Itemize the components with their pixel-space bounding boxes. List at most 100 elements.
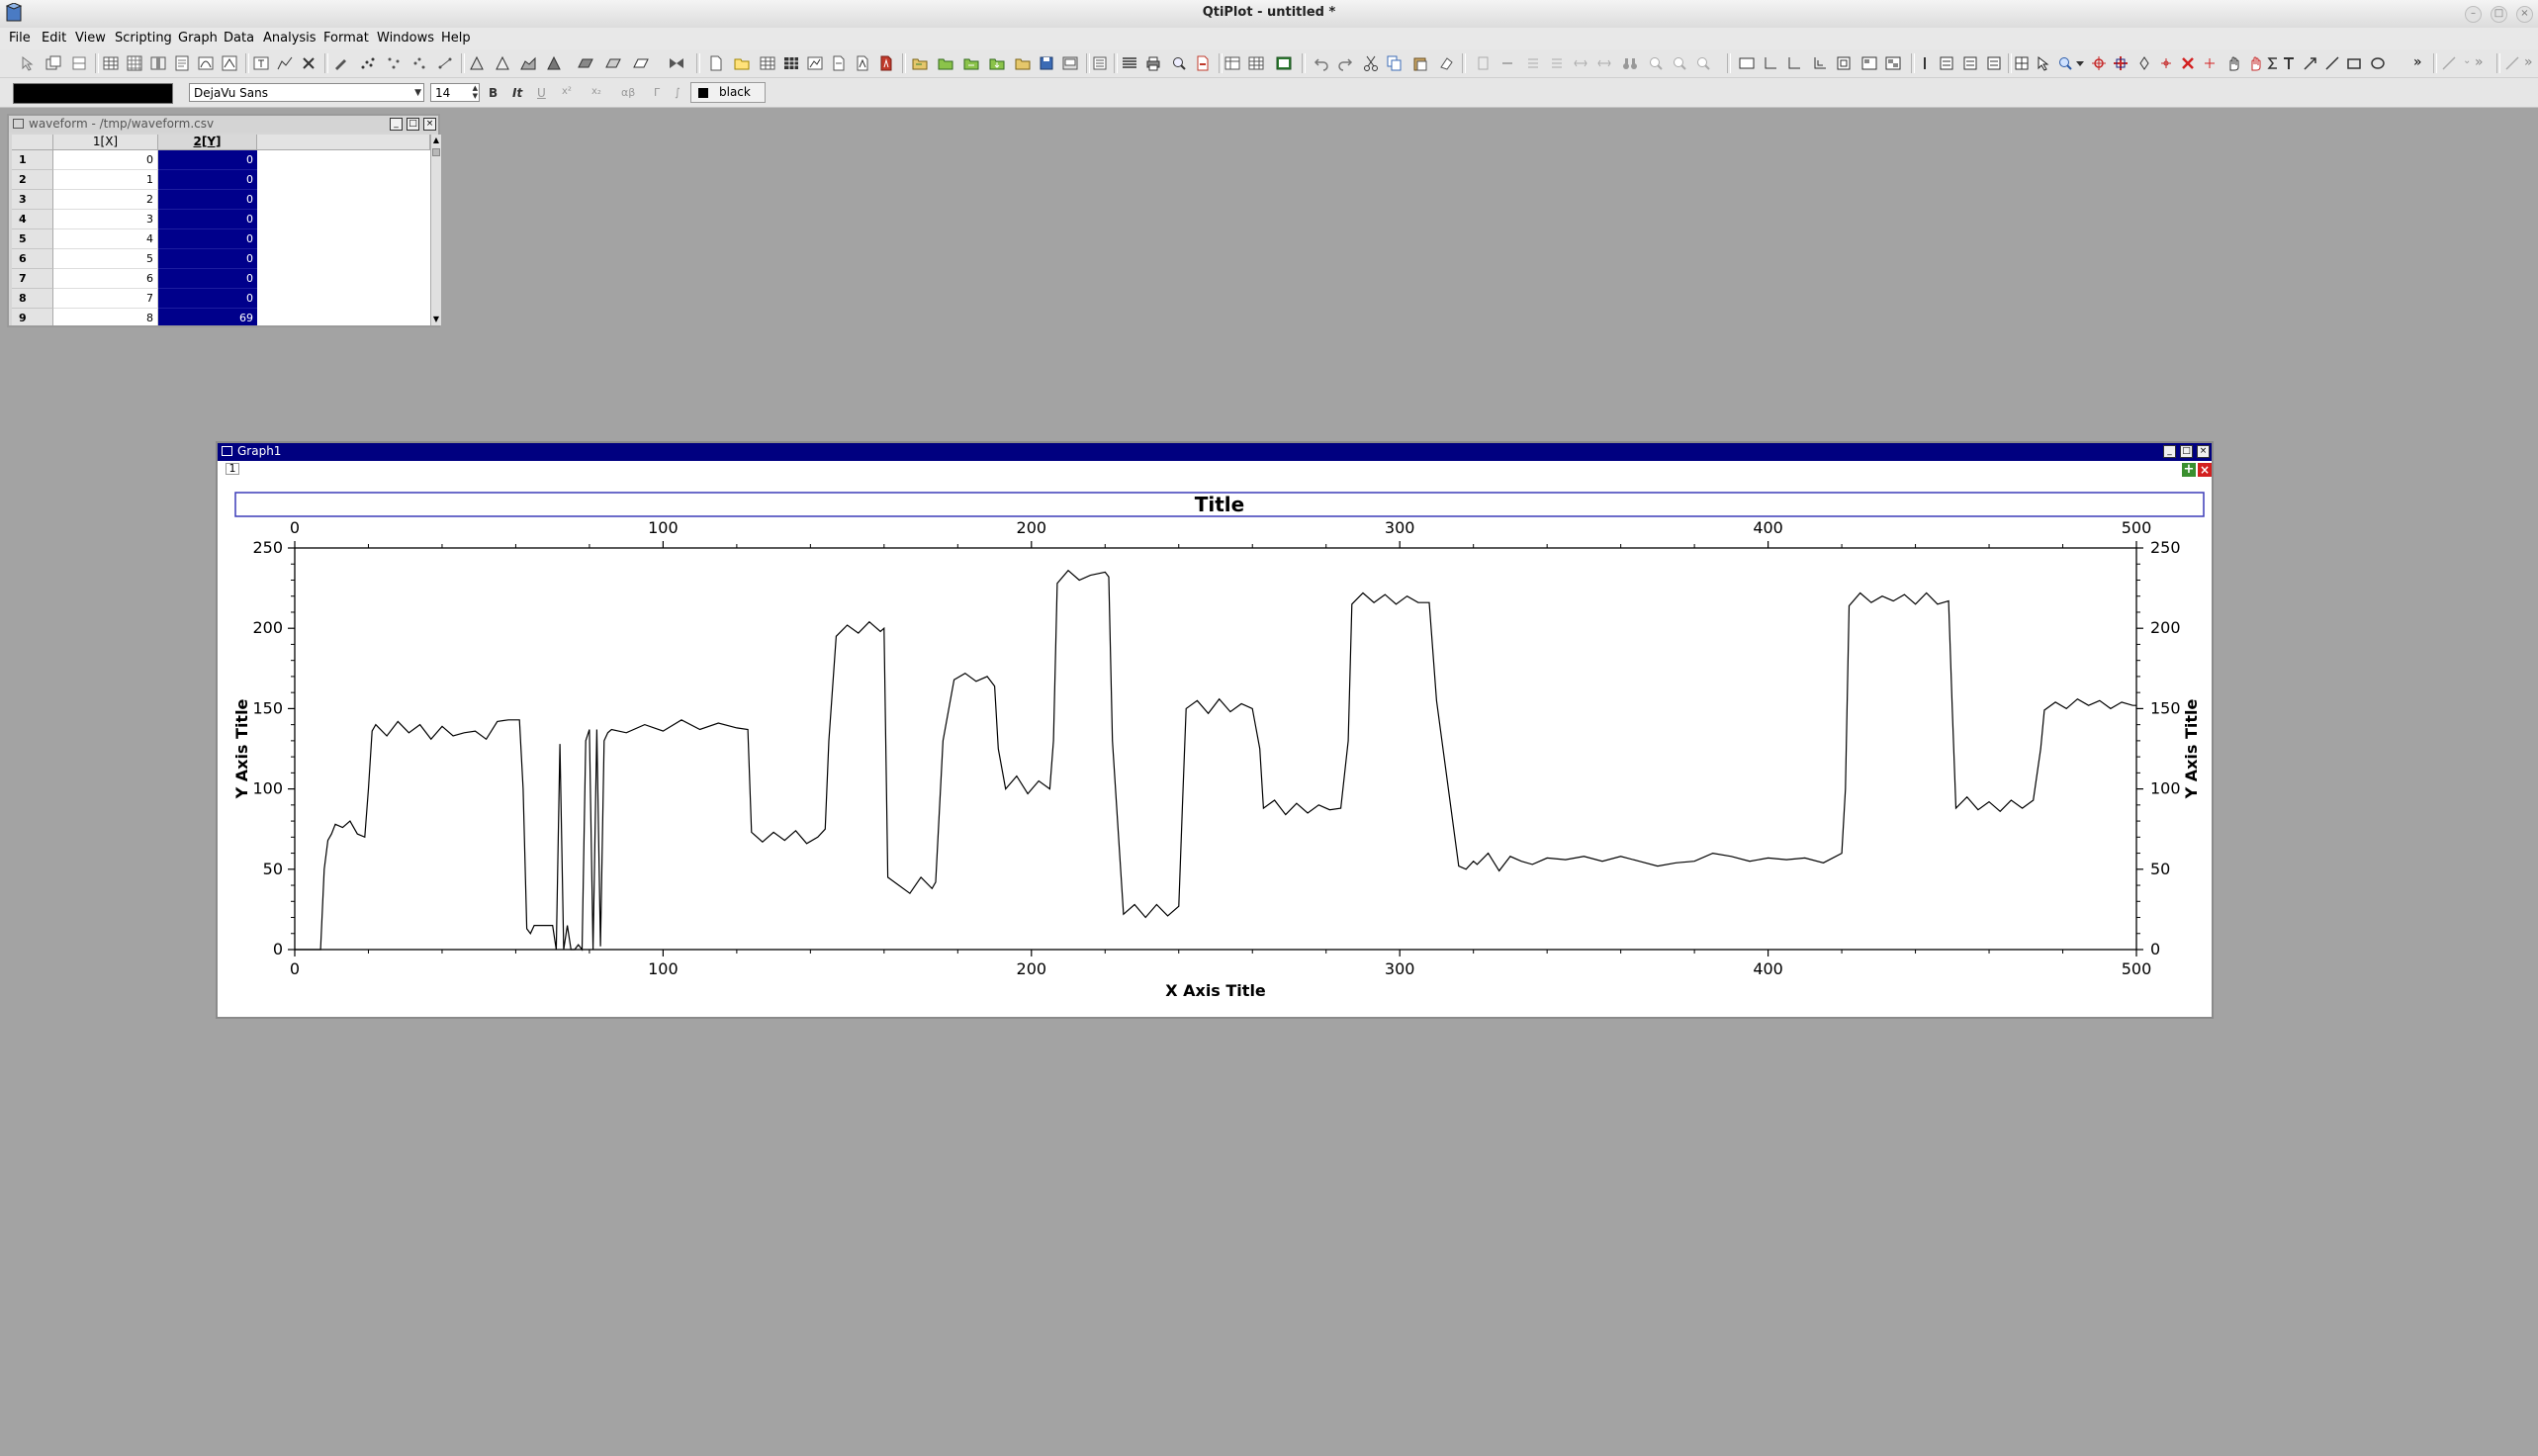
table-cell-x[interactable]: 0 [53, 150, 158, 170]
font-size-spinbox[interactable]: 14 ▲ ▼ [430, 83, 480, 102]
close-icon[interactable]: × [2197, 445, 2210, 458]
toolbar-overflow-icon[interactable]: » [2524, 54, 2533, 70]
note-window-icon[interactable] [174, 55, 190, 71]
graph-window-titlebar[interactable]: Graph1 _ □ × [218, 443, 2212, 461]
table-cell-y[interactable]: 0 [158, 269, 257, 289]
save-as-icon[interactable] [1062, 55, 1078, 71]
new-file-icon[interactable] [708, 55, 724, 71]
pointer-arrow-icon[interactable] [20, 55, 36, 71]
line-graph-icon[interactable] [277, 55, 293, 71]
move-points-icon[interactable] [2136, 55, 2152, 71]
row-header[interactable]: 6 [12, 249, 53, 269]
scroll-down-arrow-icon[interactable]: ▼ [431, 314, 441, 325]
print-preview-icon[interactable] [1171, 55, 1187, 71]
chart-title[interactable]: Title [1195, 493, 1244, 516]
layer-1-button[interactable]: 1 [226, 463, 239, 475]
add-layer-icon[interactable] [1739, 55, 1755, 71]
dot-grid-icon[interactable] [411, 55, 427, 71]
column-header-y[interactable]: 2[Y] [158, 135, 257, 150]
menu-graph[interactable]: Graph [178, 31, 218, 46]
table-cell-x[interactable]: 8 [53, 309, 158, 325]
row-header[interactable]: 7 [12, 269, 53, 289]
maximize-icon[interactable]: □ [407, 118, 419, 131]
pen-draw-icon[interactable] [332, 55, 348, 71]
row-header[interactable]: 5 [12, 229, 53, 249]
line-style-icon[interactable] [2441, 55, 2457, 71]
open-recent-icon[interactable] [963, 55, 979, 71]
zoom-tool-icon[interactable] [2057, 55, 2073, 71]
add-layer-icon[interactable]: + [2182, 463, 2196, 477]
menu-data[interactable]: Data [224, 31, 254, 46]
row-header[interactable]: 3 [12, 190, 53, 210]
table-cell-x[interactable]: 6 [53, 269, 158, 289]
close-window-button[interactable]: × [2516, 6, 2533, 23]
table-cell-x[interactable]: 4 [53, 229, 158, 249]
data-table[interactable]: 1[X] 2[Y] 1 0 0 2 1 0 3 2 0 4 3 0 5 4 0 … [12, 135, 430, 325]
text-tool-icon[interactable] [2281, 55, 2297, 71]
row-header[interactable]: 1 [12, 150, 53, 170]
copy-icon[interactable] [1387, 55, 1403, 71]
set-as-y-icon[interactable] [1499, 55, 1515, 71]
toolbar-overflow-icon[interactable]: » [2413, 54, 2422, 70]
table-cell-y[interactable]: 69 [158, 309, 257, 325]
table-corner[interactable] [12, 135, 53, 150]
menu-analysis[interactable]: Analysis [263, 31, 317, 46]
remove-points-icon[interactable] [2158, 55, 2174, 71]
zoom-out-graph-icon[interactable] [1695, 55, 1711, 71]
results-log-icon[interactable] [1092, 55, 1108, 71]
maximize-window-button[interactable]: □ [2491, 6, 2507, 23]
toolbar-overflow-icon[interactable]: » [2475, 54, 2484, 70]
layers-stack-icon[interactable] [71, 55, 87, 71]
binoculars-icon[interactable] [1622, 55, 1638, 71]
math-symbols-button[interactable]: ∫ [675, 86, 680, 99]
text-color-button[interactable]: black [690, 82, 766, 103]
ribbon-plot-icon[interactable] [578, 55, 593, 71]
pen-color-icon[interactable] [2504, 55, 2520, 71]
line-width-dropdown-icon[interactable]: ⌄ [2463, 55, 2471, 66]
zoom-in-graph-icon[interactable] [1648, 55, 1664, 71]
set-as-yerr-icon[interactable] [1573, 55, 1588, 71]
subscript-button[interactable]: x₂ [591, 86, 601, 97]
vertical-text-icon[interactable] [1917, 55, 1933, 71]
menu-format[interactable]: Format [323, 31, 369, 46]
table-cell-y[interactable]: 0 [158, 210, 257, 229]
print-icon[interactable] [1145, 55, 1161, 71]
table-cell-y[interactable]: 0 [158, 150, 257, 170]
legend-alt-icon[interactable] [1962, 55, 1978, 71]
menu-scripting[interactable]: Scripting [115, 31, 172, 46]
table-window[interactable]: waveform - /tmp/waveform.csv _ □ × 1[X] … [7, 114, 441, 327]
row-header[interactable]: 2 [12, 170, 53, 190]
table-cell-x[interactable]: 7 [53, 289, 158, 309]
set-as-x-icon[interactable] [1476, 55, 1492, 71]
open-project-icon[interactable] [912, 55, 928, 71]
layer-geometry-icon[interactable] [1861, 55, 1877, 71]
column-header-x[interactable]: 1[X] [53, 135, 158, 150]
dotted-scatter-icon[interactable] [386, 55, 402, 71]
table-cell-x[interactable]: 5 [53, 249, 158, 269]
export-pdf-red-icon[interactable] [1195, 55, 1211, 71]
redo-icon[interactable] [1337, 55, 1353, 71]
menu-help[interactable]: Help [441, 31, 471, 46]
set-as-xerr-icon[interactable] [1549, 55, 1565, 71]
superscript-button[interactable]: x² [562, 86, 572, 97]
copy-window-icon[interactable] [1122, 55, 1137, 71]
line-tool-icon[interactable] [2324, 55, 2340, 71]
set-as-label-icon[interactable] [1596, 55, 1612, 71]
auto-scale-icon[interactable] [1836, 55, 1852, 71]
console-window-icon[interactable] [1276, 55, 1292, 71]
menu-file[interactable]: File [9, 31, 31, 46]
greek-lowercase-button[interactable]: αβ [621, 86, 635, 99]
table-window-titlebar[interactable]: waveform - /tmp/waveform.csv _ □ × [9, 116, 438, 133]
timestamp-icon[interactable] [1986, 55, 2002, 71]
dropdown-arrow-icon[interactable] [2075, 55, 2085, 71]
table-cell-y[interactable]: 0 [158, 170, 257, 190]
remove-layer-icon[interactable]: × [2198, 463, 2212, 477]
sum-sigma-icon[interactable] [2265, 55, 2281, 71]
dot-line-icon[interactable] [437, 55, 453, 71]
new-surface-icon[interactable] [222, 55, 237, 71]
new-project-icon[interactable] [734, 55, 750, 71]
table-cell-x[interactable]: 3 [53, 210, 158, 229]
table-vertical-scrollbar[interactable]: ▲ ▼ [430, 135, 441, 325]
table-cell-y[interactable]: 0 [158, 229, 257, 249]
bold-button[interactable]: B [489, 86, 498, 100]
